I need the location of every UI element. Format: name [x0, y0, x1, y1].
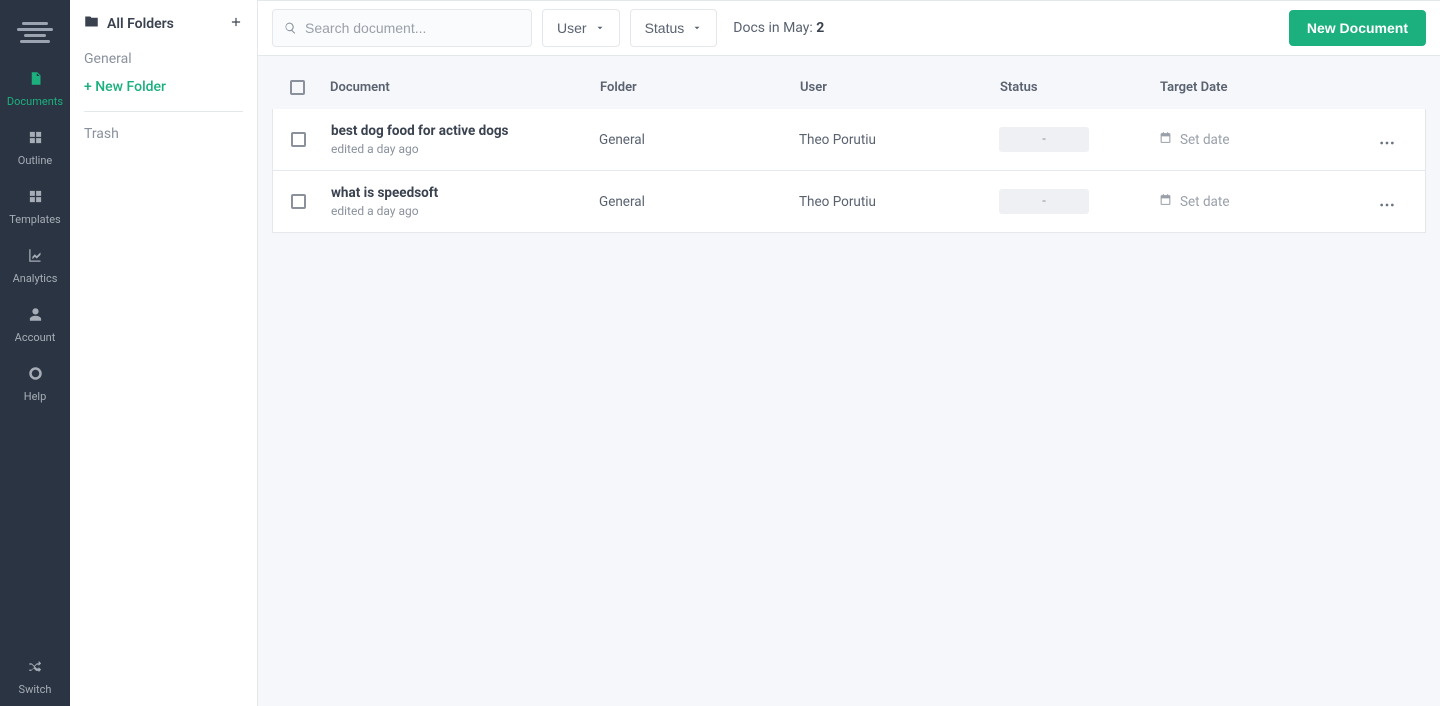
table-row[interactable]: best dog food for active dogs edited a d… — [272, 109, 1426, 171]
row-user: Theo Porutiu — [799, 194, 999, 210]
status-badge[interactable]: - — [999, 127, 1089, 152]
table-row[interactable]: what is speedsoft edited a day ago Gener… — [272, 171, 1426, 233]
docs-count-label: Docs in May: — [733, 20, 816, 36]
row-checkbox[interactable] — [291, 132, 306, 147]
column-header-folder[interactable]: Folder — [600, 80, 800, 95]
sidebar-title: All Folders — [84, 14, 174, 33]
nav-item-switch[interactable]: Switch — [0, 647, 70, 706]
document-icon — [28, 76, 43, 89]
search-input[interactable] — [272, 9, 532, 47]
nav-item-outline[interactable]: Outline — [0, 118, 70, 177]
row-folder: General — [599, 132, 799, 148]
filter-status-label: Status — [645, 20, 685, 36]
nav-label-analytics: Analytics — [0, 272, 70, 285]
docs-count-value: 2 — [816, 20, 824, 36]
trash-link[interactable]: Trash — [84, 126, 243, 142]
nav-label-outline: Outline — [0, 154, 70, 167]
row-menu-button[interactable] — [1359, 130, 1415, 149]
help-icon — [28, 371, 43, 384]
row-folder: General — [599, 194, 799, 210]
nav-item-documents[interactable]: Documents — [0, 59, 70, 118]
filter-user-button[interactable]: User — [542, 9, 620, 47]
status-badge[interactable]: - — [999, 189, 1089, 214]
person-icon — [28, 312, 43, 325]
target-date-button[interactable]: Set date — [1159, 193, 1359, 210]
document-table: Document Folder User Status Target Date … — [272, 72, 1426, 233]
document-title[interactable]: best dog food for active dogs — [331, 123, 599, 139]
nav-label-templates: Templates — [0, 213, 70, 226]
app-logo — [15, 15, 55, 49]
calendar-icon — [1159, 193, 1172, 210]
folder-item-general[interactable]: General — [84, 47, 243, 77]
document-subtitle: edited a day ago — [331, 142, 599, 156]
sidebar-title-text: All Folders — [107, 16, 174, 32]
shuffle-icon — [28, 664, 43, 677]
target-date-label: Set date — [1180, 132, 1229, 148]
folder-icon — [84, 14, 99, 33]
search-wrap — [272, 9, 532, 47]
document-subtitle: edited a day ago — [331, 204, 599, 218]
puzzle-icon — [28, 135, 43, 148]
document-title[interactable]: what is speedsoft — [331, 185, 599, 201]
nav-item-account[interactable]: Account — [0, 295, 70, 354]
select-all-checkbox[interactable] — [290, 80, 305, 95]
nav-label-switch: Switch — [0, 683, 70, 696]
nav-item-help[interactable]: Help — [0, 354, 70, 413]
column-header-target-date[interactable]: Target Date — [1160, 80, 1360, 95]
new-folder-button[interactable]: + New Folder — [84, 77, 243, 111]
nav-item-templates[interactable]: Templates — [0, 177, 70, 236]
column-header-status[interactable]: Status — [1000, 80, 1160, 95]
templates-icon — [28, 194, 43, 207]
document-table-wrap: Document Folder User Status Target Date … — [258, 56, 1440, 249]
row-user: Theo Porutiu — [799, 132, 999, 148]
table-header: Document Folder User Status Target Date — [272, 72, 1426, 109]
main-content: User Status Docs in May: 2 New Document … — [258, 0, 1440, 706]
row-menu-button[interactable] — [1359, 192, 1415, 211]
row-checkbox[interactable] — [291, 194, 306, 209]
column-header-user[interactable]: User — [800, 80, 1000, 95]
nav-label-help: Help — [0, 390, 70, 403]
target-date-label: Set date — [1180, 194, 1229, 210]
target-date-button[interactable]: Set date — [1159, 131, 1359, 148]
calendar-icon — [1159, 131, 1172, 148]
sidebar-divider — [84, 111, 243, 112]
nav-item-analytics[interactable]: Analytics — [0, 236, 70, 295]
new-document-button[interactable]: New Document — [1289, 10, 1426, 46]
nav-label-account: Account — [0, 331, 70, 344]
folder-list: General — [84, 47, 243, 77]
chevron-down-icon — [595, 20, 605, 36]
toolbar: User Status Docs in May: 2 New Document — [258, 0, 1440, 56]
nav-rail: Documents Outline Templates Analytics Ac… — [0, 0, 70, 706]
filter-status-button[interactable]: Status — [630, 9, 718, 47]
chart-icon — [28, 253, 43, 266]
folder-sidebar: All Folders General + New Folder Trash — [70, 0, 258, 706]
docs-count: Docs in May: 2 — [733, 20, 824, 36]
column-header-document[interactable]: Document — [330, 80, 600, 95]
nav-label-documents: Documents — [0, 95, 70, 108]
chevron-down-icon — [692, 20, 702, 36]
filter-user-label: User — [557, 20, 587, 36]
add-folder-button[interactable] — [229, 15, 243, 33]
